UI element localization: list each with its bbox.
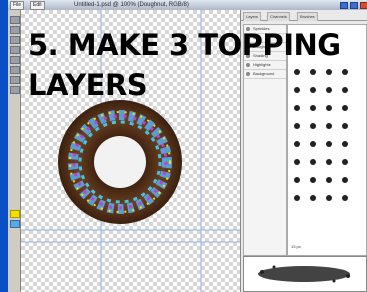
crop-tool-icon[interactable] (10, 46, 20, 54)
edit-menu-button[interactable]: Edit (30, 1, 45, 10)
brush-preset[interactable] (310, 159, 316, 165)
close-icon[interactable] (360, 2, 367, 9)
lasso-tool-icon[interactable] (10, 36, 20, 44)
brush-preset[interactable] (310, 123, 316, 129)
brush-preset[interactable] (294, 123, 300, 129)
file-menu-button[interactable]: File (10, 1, 25, 10)
brush-preset[interactable] (310, 69, 316, 75)
brush-stroke-preview (243, 256, 367, 292)
brush-tool-icon[interactable] (10, 56, 20, 64)
brush-preset[interactable] (294, 159, 300, 165)
brush-preset[interactable] (294, 69, 300, 75)
brush-preset[interactable] (342, 141, 348, 147)
brush-preset[interactable] (310, 87, 316, 93)
background-color-swatch[interactable] (10, 220, 20, 228)
brush-preset[interactable] (342, 87, 348, 93)
marquee-tool-icon[interactable] (10, 26, 20, 34)
maximize-icon[interactable] (350, 2, 358, 9)
brush-preset[interactable] (310, 141, 316, 147)
brush-preset[interactable] (326, 87, 332, 93)
foreground-color-swatch[interactable] (10, 210, 20, 218)
tab-brushes[interactable]: Brushes (297, 12, 318, 21)
text-tool-icon[interactable] (10, 76, 20, 84)
tab-layers[interactable]: Layers (243, 12, 262, 21)
brush-preset[interactable] (326, 123, 332, 129)
minimize-icon[interactable] (340, 2, 348, 9)
brush-preset[interactable] (342, 195, 348, 201)
brush-preset[interactable] (326, 195, 332, 201)
donut-artwork (58, 100, 182, 224)
brush-preset[interactable] (310, 195, 316, 201)
brush-preset[interactable] (294, 105, 300, 111)
brush-preset[interactable] (326, 105, 332, 111)
brush-preset[interactable] (342, 159, 348, 165)
toolbox (8, 10, 21, 292)
photoshop-window: File Edit Untitled-1.psd @ 100% (Doughnu… (0, 0, 367, 292)
brush-preset[interactable] (326, 141, 332, 147)
document-title: Untitled-1.psd @ 100% (Doughnut, RGB/8) (74, 2, 189, 8)
panel-tabs: Layers Channels Brushes (241, 12, 367, 21)
brush-preset[interactable] (294, 141, 300, 147)
brush-preset[interactable] (342, 177, 348, 183)
eye-icon[interactable] (246, 63, 250, 67)
eye-icon[interactable] (246, 72, 250, 76)
eraser-tool-icon[interactable] (10, 66, 20, 74)
move-tool-icon[interactable] (10, 16, 20, 24)
step-heading-line-2: LAYERS (28, 68, 148, 102)
step-heading-line-1: 5. MAKE 3 TOPPING (28, 28, 341, 62)
brush-preset[interactable] (326, 69, 332, 75)
brush-stroke-icon (258, 265, 350, 283)
window-frame-edge (0, 0, 8, 292)
brush-size-value: 13 px (291, 244, 301, 249)
layer-row[interactable]: Background (244, 70, 286, 79)
brush-preset[interactable] (342, 69, 348, 75)
donut-hole (94, 136, 146, 188)
brush-preset[interactable] (294, 177, 300, 183)
brush-preset[interactable] (342, 123, 348, 129)
brush-preset[interactable] (342, 105, 348, 111)
brush-preset[interactable] (310, 177, 316, 183)
brush-preset[interactable] (294, 195, 300, 201)
zoom-tool-icon[interactable] (10, 86, 20, 94)
brush-preset[interactable] (310, 105, 316, 111)
tab-channels[interactable]: Channels (267, 12, 290, 21)
layer-row[interactable]: Highlights (244, 61, 286, 70)
brush-preset[interactable] (326, 177, 332, 183)
brush-preset[interactable] (294, 87, 300, 93)
brush-preset[interactable] (326, 159, 332, 165)
